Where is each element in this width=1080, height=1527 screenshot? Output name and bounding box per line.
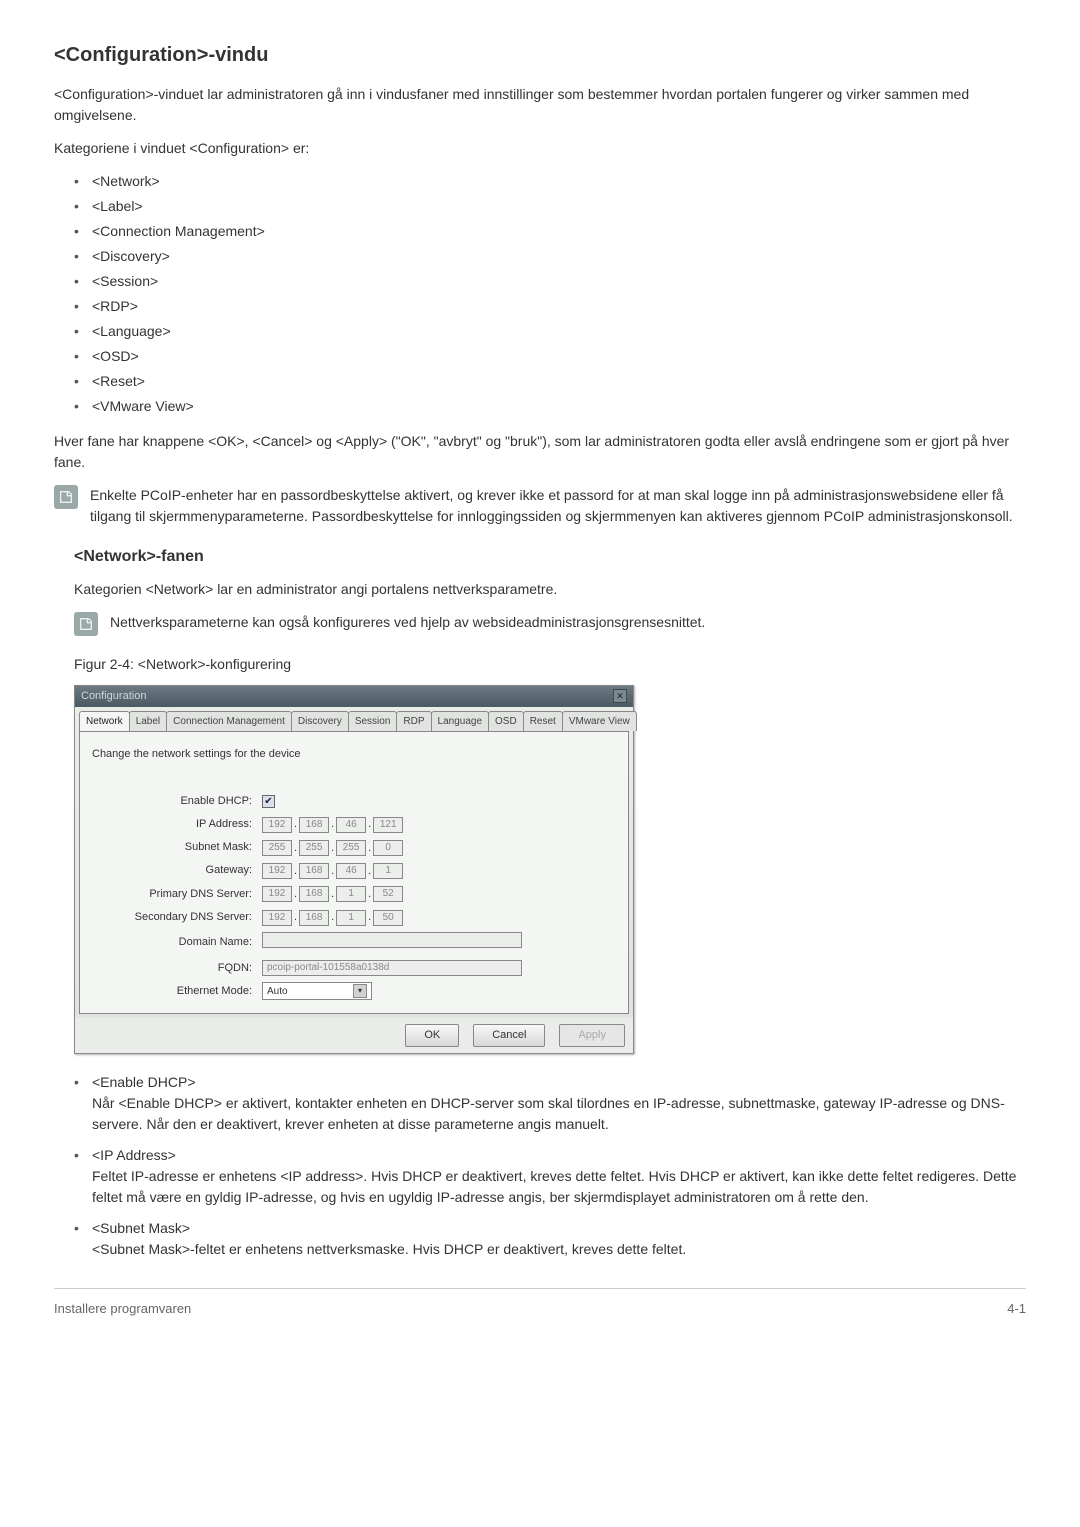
list-item: <Network> xyxy=(74,171,1026,192)
ip-octet[interactable]: 192 xyxy=(262,886,292,902)
ip-octet[interactable]: 255 xyxy=(336,840,366,856)
list-item: <Connection Management> xyxy=(74,221,1026,242)
ip-address-input[interactable]: 192. 168. 46. 121 xyxy=(262,816,403,833)
buttons-note: Hver fane har knappene <OK>, <Cancel> og… xyxy=(54,431,1026,473)
desc-title: <IP Address> xyxy=(92,1145,1026,1166)
domain-name-input[interactable] xyxy=(262,932,522,948)
list-item: <IP Address> Feltet IP-adresse er enhete… xyxy=(74,1145,1026,1208)
tab-discovery[interactable]: Discovery xyxy=(291,711,349,731)
list-item: <Discovery> xyxy=(74,246,1026,267)
label-ip-address: IP Address: xyxy=(92,813,262,836)
ip-octet[interactable]: 1 xyxy=(373,863,403,879)
categories-label: Kategoriene i vinduet <Configuration> er… xyxy=(54,138,1026,159)
ip-octet[interactable]: 192 xyxy=(262,910,292,926)
ip-octet[interactable]: 168 xyxy=(299,863,329,879)
label-domain-name: Domain Name: xyxy=(92,929,262,957)
tab-connection-management[interactable]: Connection Management xyxy=(166,711,292,731)
apply-button[interactable]: Apply xyxy=(559,1024,625,1047)
ip-octet[interactable]: 1 xyxy=(336,886,366,902)
page-footer: Installere programvaren 4-1 xyxy=(54,1288,1026,1319)
label-fqdn: FQDN: xyxy=(92,956,262,979)
list-item: <Enable DHCP> Når <Enable DHCP> er aktiv… xyxy=(74,1072,1026,1135)
tab-bar: Network Label Connection Management Disc… xyxy=(75,707,633,731)
footer-left: Installere programvaren xyxy=(54,1299,191,1319)
ip-octet[interactable]: 52 xyxy=(373,886,403,902)
fqdn-input[interactable]: pcoip-portal-101558a0138d xyxy=(262,960,522,976)
chevron-down-icon: ▾ xyxy=(353,984,367,998)
note-icon xyxy=(54,485,78,509)
label-gateway: Gateway: xyxy=(92,859,262,882)
network-form: Enable DHCP: ✔ IP Address: 192. 168. 46.… xyxy=(92,790,616,1003)
ip-octet[interactable]: 46 xyxy=(336,817,366,833)
close-button[interactable]: ✕ xyxy=(613,689,627,703)
secondary-dns-input[interactable]: 192. 168. 1. 50 xyxy=(262,909,403,926)
tab-label[interactable]: Label xyxy=(129,711,167,731)
label-enable-dhcp: Enable DHCP: xyxy=(92,790,262,813)
ip-octet[interactable]: 1 xyxy=(336,910,366,926)
window-title: Configuration xyxy=(81,688,146,705)
ethernet-mode-select[interactable]: Auto ▾ xyxy=(262,982,372,1000)
section-heading-network: <Network>-fanen xyxy=(74,545,1026,569)
list-item: <RDP> xyxy=(74,296,1026,317)
tab-network[interactable]: Network xyxy=(79,711,130,731)
ip-octet[interactable]: 50 xyxy=(373,910,403,926)
tab-panel: Change the network settings for the devi… xyxy=(79,731,629,1015)
list-item: <Label> xyxy=(74,196,1026,217)
primary-dns-input[interactable]: 192. 168. 1. 52 xyxy=(262,886,403,903)
intro-paragraph: <Configuration>-vinduet lar administrato… xyxy=(54,84,1026,126)
desc-title: <Enable DHCP> xyxy=(92,1072,1026,1093)
list-item: <Subnet Mask> <Subnet Mask>-feltet er en… xyxy=(74,1218,1026,1260)
desc-text: <Subnet Mask>-feltet er enhetens nettver… xyxy=(92,1239,1026,1260)
ip-octet[interactable]: 46 xyxy=(336,863,366,879)
footer-right: 4-1 xyxy=(1007,1299,1026,1319)
ip-octet[interactable]: 192 xyxy=(262,863,292,879)
label-subnet-mask: Subnet Mask: xyxy=(92,836,262,859)
list-item: <Session> xyxy=(74,271,1026,292)
list-item: <OSD> xyxy=(74,346,1026,367)
ip-octet[interactable]: 192 xyxy=(262,817,292,833)
tab-language[interactable]: Language xyxy=(431,711,490,731)
list-item: <VMware View> xyxy=(74,396,1026,417)
panel-description: Change the network settings for the devi… xyxy=(92,746,616,763)
label-primary-dns: Primary DNS Server: xyxy=(92,882,262,905)
ip-octet[interactable]: 0 xyxy=(373,840,403,856)
label-ethernet-mode: Ethernet Mode: xyxy=(92,979,262,1003)
tab-osd[interactable]: OSD xyxy=(488,711,524,731)
page-title: <Configuration>-vindu xyxy=(54,40,1026,70)
note-block: Nettverksparameterne kan også konfigurer… xyxy=(74,612,1026,636)
ip-octet[interactable]: 255 xyxy=(262,840,292,856)
desc-text: Feltet IP-adresse er enhetens <IP addres… xyxy=(92,1166,1026,1208)
ip-octet[interactable]: 255 xyxy=(299,840,329,856)
subnet-mask-input[interactable]: 255. 255. 255. 0 xyxy=(262,840,403,857)
note-block: Enkelte PCoIP-enheter har en passordbesk… xyxy=(54,485,1026,527)
field-description-list: <Enable DHCP> Når <Enable DHCP> er aktiv… xyxy=(54,1072,1026,1260)
ip-octet[interactable]: 168 xyxy=(299,910,329,926)
list-item: <Language> xyxy=(74,321,1026,342)
tab-session[interactable]: Session xyxy=(348,711,398,731)
desc-title: <Subnet Mask> xyxy=(92,1218,1026,1239)
ip-octet[interactable]: 168 xyxy=(299,886,329,902)
checkbox-enable-dhcp[interactable]: ✔ xyxy=(262,795,275,808)
ip-octet[interactable]: 121 xyxy=(373,817,403,833)
tab-reset[interactable]: Reset xyxy=(523,711,563,731)
note-icon xyxy=(74,612,98,636)
desc-text: Når <Enable DHCP> er aktivert, kontakter… xyxy=(92,1093,1026,1135)
ip-octet[interactable]: 168 xyxy=(299,817,329,833)
network-intro: Kategorien <Network> lar en administrato… xyxy=(74,579,1026,600)
note-text: Nettverksparameterne kan også konfigurer… xyxy=(110,612,1026,633)
figure-caption: Figur 2-4: <Network>-konfigurering xyxy=(74,654,1026,675)
label-secondary-dns: Secondary DNS Server: xyxy=(92,906,262,929)
note-text: Enkelte PCoIP-enheter har en passordbesk… xyxy=(90,485,1026,527)
list-item: <Reset> xyxy=(74,371,1026,392)
select-value: Auto xyxy=(267,984,288,999)
window-titlebar: Configuration ✕ xyxy=(75,686,633,707)
category-list: <Network> <Label> <Connection Management… xyxy=(54,171,1026,417)
cancel-button[interactable]: Cancel xyxy=(473,1024,545,1047)
ok-button[interactable]: OK xyxy=(405,1024,459,1047)
configuration-window: Configuration ✕ Network Label Connection… xyxy=(74,685,634,1054)
gateway-input[interactable]: 192. 168. 46. 1 xyxy=(262,863,403,880)
tab-rdp[interactable]: RDP xyxy=(396,711,431,731)
dialog-button-row: OK Cancel Apply xyxy=(75,1018,633,1053)
tab-vmware-view[interactable]: VMware View xyxy=(562,711,637,731)
